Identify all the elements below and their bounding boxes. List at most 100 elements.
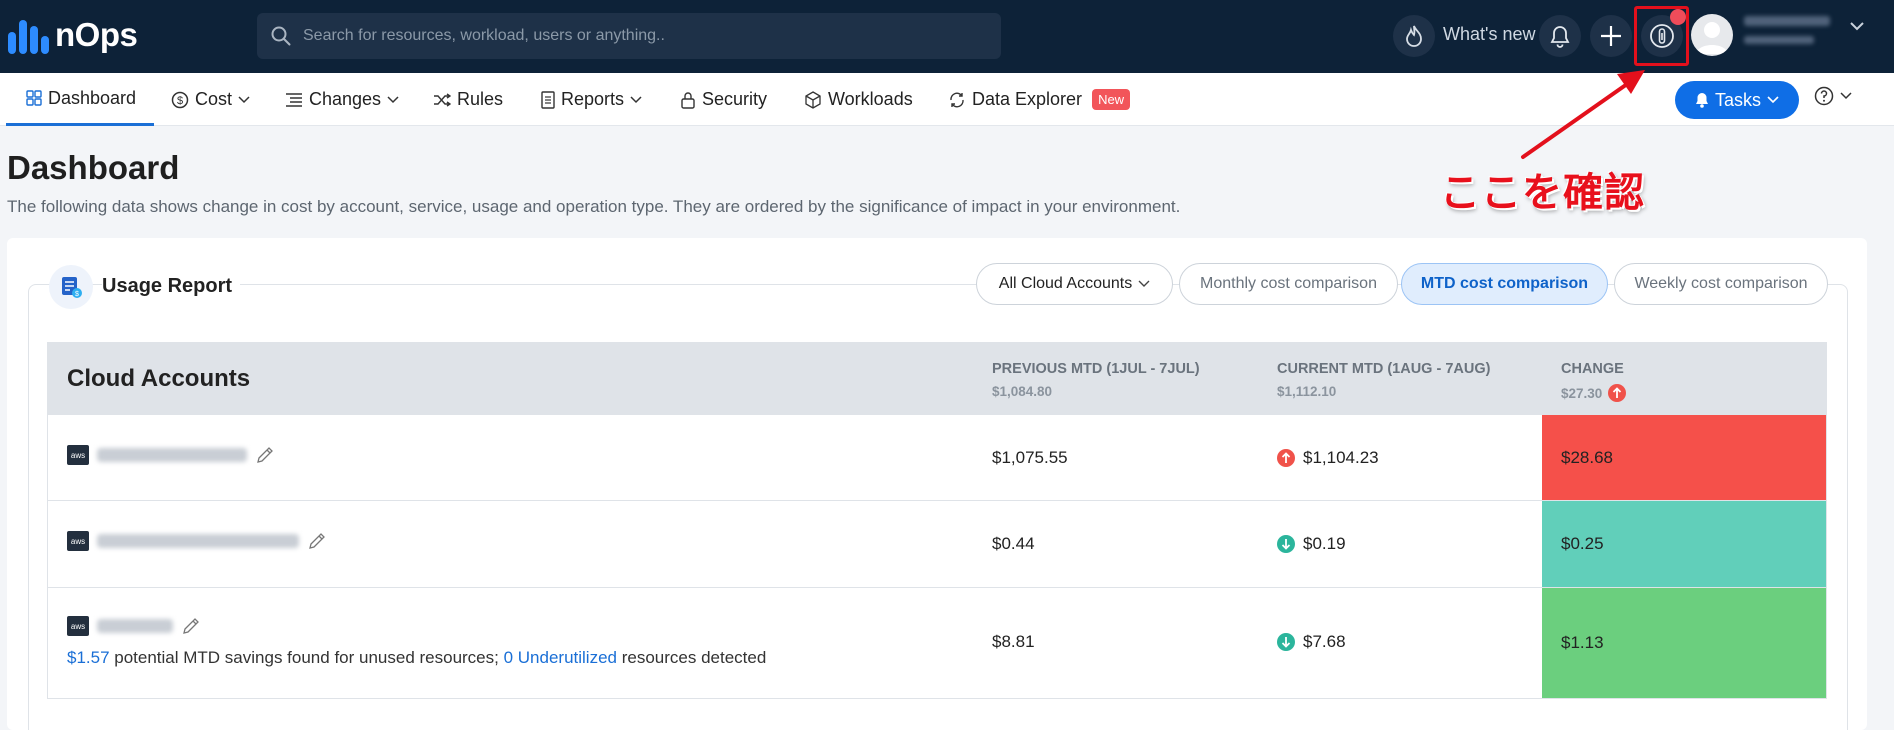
aws-icon: aws	[67, 445, 89, 465]
previous-value: $8.81	[992, 632, 1035, 651]
nav-item-rules[interactable]: Rules	[433, 73, 503, 126]
nav-label-changes: Changes	[309, 89, 382, 109]
add-button[interactable]	[1590, 15, 1632, 57]
aws-icon: aws	[67, 616, 89, 636]
tasks-button[interactable]: Tasks	[1675, 81, 1799, 119]
savings-amount-link[interactable]: $1.57	[67, 648, 110, 667]
current-value-text: $1,104.23	[1303, 448, 1379, 467]
edit-icon[interactable]	[255, 445, 275, 465]
svg-text:$: $	[75, 291, 79, 298]
question-icon	[1814, 86, 1834, 106]
top-bar: nOps What's new	[0, 0, 1894, 73]
chevron-down-icon	[1767, 96, 1779, 104]
previous-value: $0.44	[992, 534, 1035, 553]
nav-item-changes[interactable]: Changes	[285, 73, 399, 126]
change-cell: $0.25	[1542, 501, 1826, 587]
arrow-up-circle-icon	[1277, 449, 1295, 467]
nav-label-dashboard: Dashboard	[48, 87, 137, 108]
filter-weekly-cost-comparison[interactable]: Weekly cost comparison	[1614, 263, 1828, 305]
nops-logo[interactable]: nOps	[8, 16, 138, 54]
highlight-box	[1634, 6, 1689, 66]
account-name: aws	[67, 531, 327, 551]
global-search[interactable]	[257, 13, 1001, 59]
filter-mtd-cost-comparison[interactable]: MTD cost comparison	[1401, 263, 1608, 305]
table-header: Cloud Accounts PREVIOUS MTD (1JUL - 7JUL…	[48, 343, 1826, 415]
column-label: CURRENT MTD (1AUG - 7AUG)	[1277, 361, 1491, 377]
whats-new-button[interactable]	[1393, 15, 1435, 57]
account-name-blurred	[97, 448, 247, 462]
chevron-down-icon	[1840, 92, 1852, 100]
search-icon	[271, 26, 291, 46]
column-total: $1,112.10	[1277, 384, 1337, 399]
nav-item-dashboard[interactable]: Dashboard	[6, 73, 154, 126]
account-name: aws	[67, 445, 275, 465]
chevron-down-icon	[1138, 280, 1150, 287]
nav-item-data-explorer[interactable]: Data Explorer New	[948, 73, 1131, 126]
column-total: $27.30	[1561, 385, 1603, 401]
account-name: aws	[67, 616, 201, 636]
plus-icon	[1601, 26, 1621, 46]
underutilized-link[interactable]: 0 Underutilized	[504, 648, 617, 667]
nav-item-cost[interactable]: $ Cost	[171, 73, 250, 126]
filter-all-cloud-accounts[interactable]: All Cloud Accounts	[976, 263, 1173, 305]
user-icon	[1696, 22, 1728, 54]
table-row[interactable]: aws $0.44 $0.19 $0.25	[48, 501, 1826, 588]
table-title: Cloud Accounts	[67, 365, 251, 392]
dollar-icon: $	[171, 91, 189, 108]
nav-item-reports[interactable]: Reports	[541, 73, 642, 126]
nav-label-reports: Reports	[561, 89, 625, 109]
nav-label-security: Security	[702, 89, 768, 109]
current-value: $7.68	[1277, 632, 1346, 652]
avatar[interactable]	[1691, 14, 1733, 56]
savings-message: $1.57 potential MTD savings found for un…	[67, 648, 766, 668]
column-label: PREVIOUS MTD (1JUL - 7JUL)	[992, 361, 1200, 377]
nav-label-cost: Cost	[195, 89, 233, 109]
change-cell: $1.13	[1542, 588, 1826, 698]
nav-label-workloads: Workloads	[828, 89, 913, 109]
notifications-button[interactable]	[1539, 15, 1581, 57]
user-info-blurred[interactable]	[1744, 16, 1830, 54]
current-value: $0.19	[1277, 534, 1346, 554]
filter-monthly-cost-comparison[interactable]: Monthly cost comparison	[1179, 263, 1398, 305]
table-row[interactable]: aws $1,075.55 $1,104.23 $28.68	[48, 415, 1826, 501]
aws-icon: aws	[67, 531, 89, 551]
page-subtitle: The following data shows change in cost …	[7, 197, 1181, 216]
filter-label: Monthly cost comparison	[1200, 275, 1377, 292]
tasks-label: Tasks	[1714, 89, 1761, 110]
column-label: CHANGE	[1561, 361, 1624, 377]
chevron-down-icon[interactable]	[1849, 20, 1865, 32]
arrow-up-circle-icon	[1608, 384, 1627, 402]
chevron-down-icon	[630, 95, 642, 103]
change-cell: $28.68	[1542, 415, 1826, 500]
change-value: $28.68	[1561, 447, 1613, 467]
report-icon: $	[49, 265, 93, 309]
bell-icon	[1695, 93, 1708, 108]
nav-item-security[interactable]: Security	[680, 73, 767, 126]
edit-icon[interactable]	[307, 531, 327, 551]
current-value-text: $0.19	[1303, 534, 1346, 553]
edit-icon[interactable]	[181, 616, 201, 636]
arrow-down-circle-icon	[1277, 633, 1295, 651]
list-icon	[286, 92, 302, 107]
column-change[interactable]: CHANGE $27.30	[1561, 361, 1627, 402]
whats-new-label[interactable]: What's new	[1443, 24, 1535, 45]
bell-icon	[1550, 26, 1570, 48]
chevron-down-icon	[387, 95, 399, 103]
column-current-mtd[interactable]: CURRENT MTD (1AUG - 7AUG) $1,112.10	[1277, 361, 1490, 399]
help-button[interactable]	[1814, 86, 1852, 106]
page-title: Dashboard	[7, 149, 180, 186]
account-name-blurred	[97, 534, 299, 548]
account-name-blurred	[97, 619, 173, 633]
table-row[interactable]: aws $1.57 potential MTD savings found fo…	[48, 588, 1826, 698]
filter-label: MTD cost comparison	[1420, 275, 1589, 292]
nav-item-workloads[interactable]: Workloads	[804, 73, 913, 126]
search-input[interactable]	[303, 27, 983, 45]
logo-text: nOps	[55, 16, 138, 53]
report-title: Usage Report	[102, 275, 241, 298]
filter-label: All Cloud Accounts	[998, 275, 1133, 292]
column-previous-mtd[interactable]: PREVIOUS MTD (1JUL - 7JUL) $1,084.80	[992, 361, 1200, 399]
svg-text:$: $	[177, 95, 183, 107]
nav-label-rules: Rules	[457, 89, 504, 109]
column-total: $1,084.80	[992, 384, 1053, 399]
cloud-accounts-table: Cloud Accounts PREVIOUS MTD (1JUL - 7JUL…	[47, 342, 1827, 699]
